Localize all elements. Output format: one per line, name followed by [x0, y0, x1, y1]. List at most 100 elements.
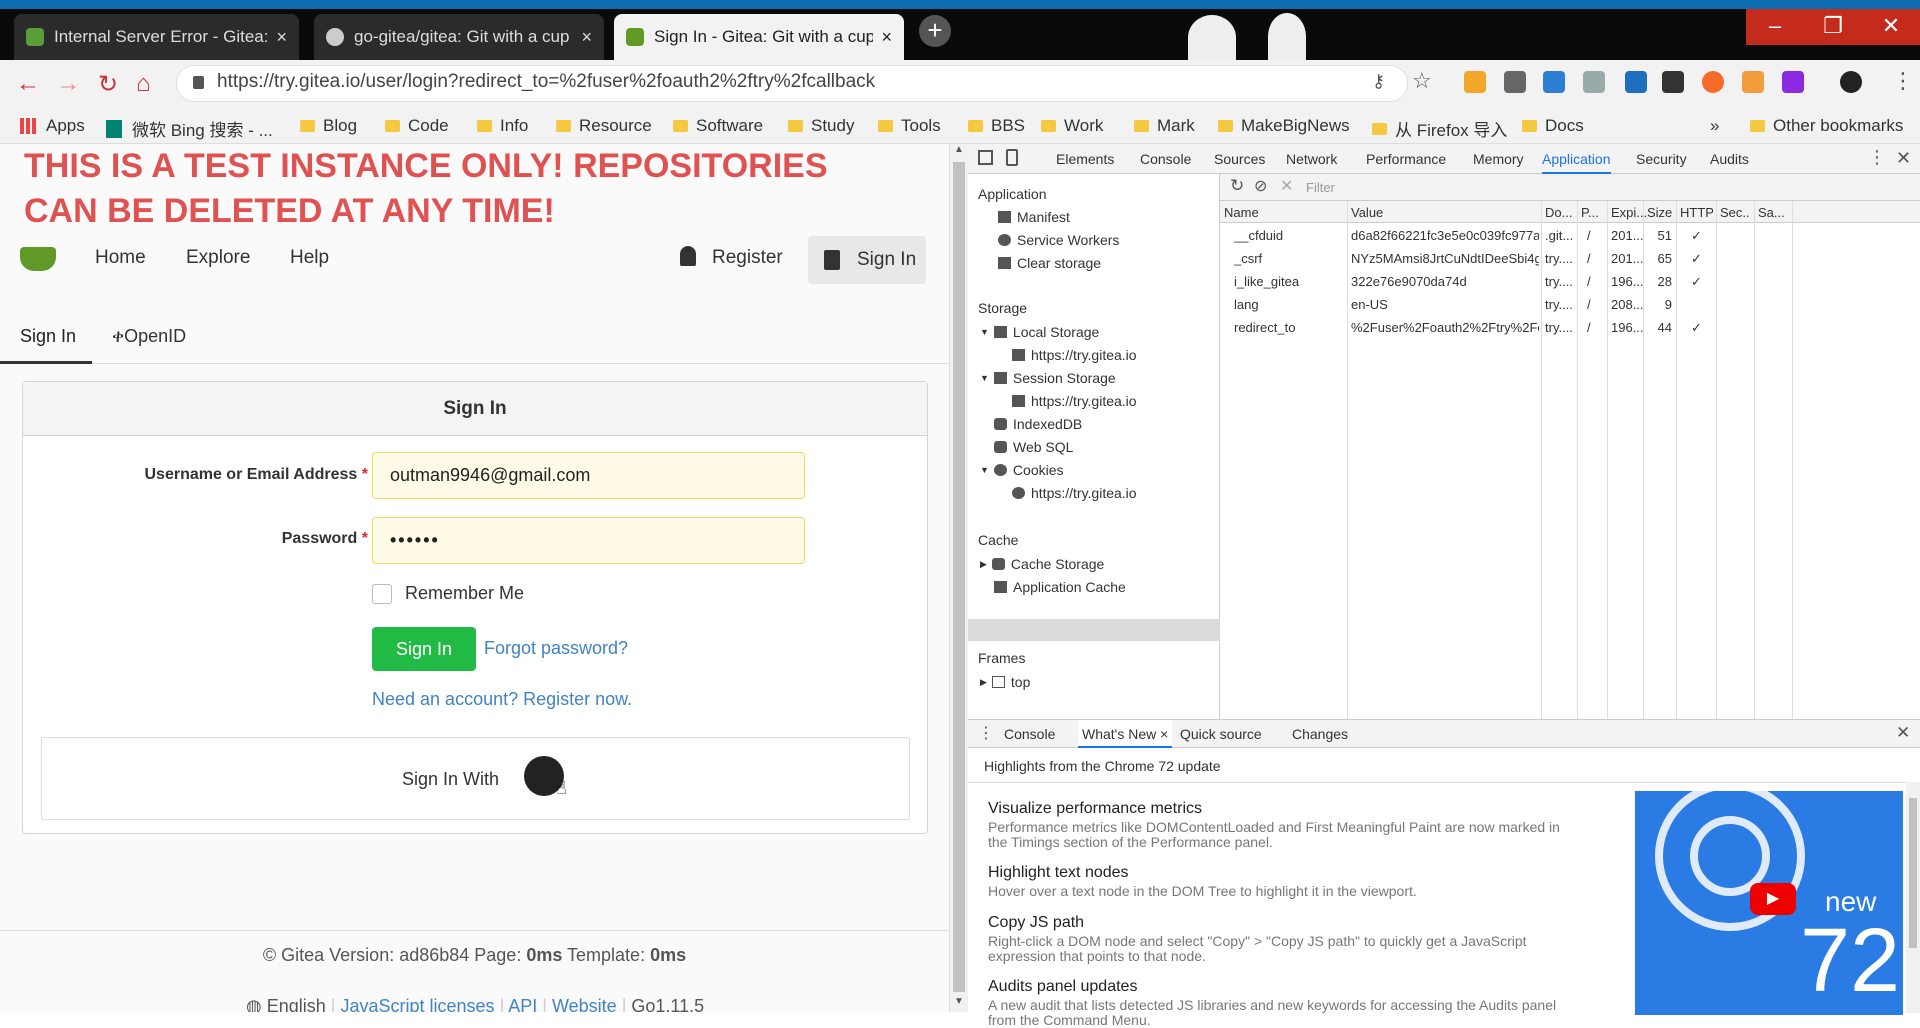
column-header-secure[interactable]: Sec...	[1720, 205, 1750, 220]
sidebar-item-manifest[interactable]: Manifest	[998, 209, 1070, 225]
scroll-down-arrow-icon[interactable]: ▼	[954, 996, 964, 1007]
column-header-domain[interactable]: Do...	[1545, 205, 1575, 220]
sidebar-item-clear-storage[interactable]: Clear storage	[998, 255, 1101, 271]
extension-icon[interactable]	[1742, 71, 1764, 93]
gitea-logo-icon[interactable]	[20, 247, 56, 271]
website-link[interactable]: Website	[552, 996, 617, 1012]
sidebar-item-local-storage[interactable]: ▼ Local Storage	[980, 324, 1099, 340]
drawer-tab-whats-new[interactable]: What's New ×	[1078, 720, 1173, 748]
bookmark-folder[interactable]: BBS	[968, 116, 1025, 136]
sidebar-item-frame-top[interactable]: ▶ top	[980, 674, 1030, 690]
menu-kebab-icon[interactable]: ⋮	[1892, 68, 1914, 94]
tab-github-gitea[interactable]: go-gitea/gitea: Git with a cup ×	[314, 14, 604, 60]
drawer-menu-icon[interactable]: ⋮	[978, 723, 994, 743]
drawer-close-icon[interactable]: ✕	[1896, 723, 1910, 743]
expand-arrow-icon[interactable]: ▼	[980, 465, 989, 475]
devtools-tab-performance[interactable]: Performance	[1366, 151, 1446, 167]
news-title[interactable]: Copy JS path	[988, 914, 1084, 932]
back-arrow-icon[interactable]: ←	[16, 70, 40, 98]
extension-icon[interactable]	[1782, 71, 1804, 93]
column-header-expires[interactable]: Expi...	[1611, 205, 1646, 220]
bookmark-folder[interactable]: Tools	[878, 116, 941, 136]
bookmark-folder[interactable]: 从 Firefox 导入	[1372, 116, 1507, 141]
api-link[interactable]: API	[508, 996, 537, 1012]
bookmark-bing[interactable]: 微软 Bing 搜索 - ...	[106, 116, 273, 141]
tab-sign-in[interactable]: Sign In	[0, 304, 92, 364]
forward-arrow-icon[interactable]: →	[56, 70, 80, 98]
drawer-scrollbar[interactable]	[1906, 782, 1920, 1013]
device-toolbar-icon[interactable]	[1006, 149, 1018, 166]
devtools-tab-security[interactable]: Security	[1636, 151, 1687, 167]
sidebar-item-cookies-origin[interactable]: https://try.gitea.io	[1012, 485, 1137, 501]
sign-in-submit-button[interactable]: Sign In	[372, 627, 476, 671]
filter-input[interactable]: Filter	[1306, 180, 1335, 195]
expand-arrow-icon[interactable]: ▼	[980, 373, 989, 383]
column-header-size[interactable]: Size	[1647, 205, 1677, 220]
column-header-samesite[interactable]: Sa...	[1758, 205, 1788, 220]
remember-me-label[interactable]: Remember Me	[405, 583, 524, 604]
close-window-button[interactable]: ✕	[1862, 9, 1920, 45]
tab-close-icon[interactable]: ×	[881, 27, 892, 48]
close-tab-icon[interactable]: ×	[1160, 726, 1168, 742]
column-header-http[interactable]: HTTP	[1680, 205, 1713, 220]
bookmark-folder[interactable]: Work	[1041, 116, 1103, 136]
scrollbar-thumb[interactable]	[953, 162, 965, 992]
password-field[interactable]: ••••••	[372, 517, 805, 564]
page-scrollbar[interactable]: ▲ ▼	[949, 144, 968, 1012]
column-header-name[interactable]: Name	[1224, 205, 1344, 220]
bookmark-folder[interactable]: MakeBigNews	[1218, 116, 1350, 136]
bookmark-folder[interactable]: Docs	[1522, 116, 1584, 136]
extension-icon[interactable]	[1464, 71, 1486, 93]
js-licenses-link[interactable]: JavaScript licenses	[340, 996, 494, 1012]
nav-home[interactable]: Home	[95, 247, 146, 269]
sidebar-item-cookies[interactable]: ▼ Cookies	[980, 462, 1064, 478]
bookmark-folder[interactable]: Code	[385, 116, 449, 136]
sidebar-item-cache-storage[interactable]: ▶ Cache Storage	[980, 556, 1104, 572]
news-title[interactable]: Visualize performance metrics	[988, 800, 1202, 818]
table-row[interactable]: redirect_to %2Fuser%2Foauth2%2Ftry%2Fcal…	[1220, 316, 1920, 339]
whats-new-video-thumbnail[interactable]: ▶ new 72	[1635, 791, 1903, 1015]
nav-explore[interactable]: Explore	[186, 247, 250, 269]
table-row[interactable]: __cfduid d6a82f66221fc3e5e0c039fc977af87…	[1220, 224, 1920, 247]
remember-me-checkbox[interactable]	[372, 584, 392, 604]
extension-icon[interactable]	[1662, 71, 1684, 93]
devtools-tab-network[interactable]: Network	[1286, 151, 1337, 167]
profile-icon[interactable]	[1840, 71, 1862, 93]
minimize-button[interactable]: –	[1746, 9, 1804, 45]
drawer-tab-changes[interactable]: Changes	[1292, 726, 1348, 742]
sidebar-item-session-storage[interactable]: ▼ Session Storage	[980, 370, 1116, 386]
devtools-menu-icon[interactable]: ⋮	[1868, 147, 1886, 168]
tab-close-icon[interactable]: ×	[276, 27, 287, 48]
sidebar-item-websql[interactable]: Web SQL	[994, 439, 1073, 455]
extension-icon[interactable]	[1543, 71, 1565, 93]
sidebar-item-session-storage-origin[interactable]: https://try.gitea.io	[1012, 393, 1137, 409]
column-header-path[interactable]: P...	[1581, 205, 1606, 220]
table-row[interactable]: i_like_gitea 322e76e9070da74d try.... / …	[1220, 270, 1920, 293]
star-icon[interactable]: ☆	[1412, 68, 1432, 94]
bookmark-folder[interactable]: Study	[788, 116, 854, 136]
new-tab-button[interactable]: +	[919, 15, 951, 47]
tab-openid[interactable]: ቀOpenID	[112, 326, 186, 347]
clear-all-icon[interactable]: ⊘	[1254, 176, 1267, 196]
play-button-icon[interactable]: ▶	[1750, 883, 1796, 915]
forgot-password-link[interactable]: Forgot password?	[484, 638, 628, 659]
extension-icon[interactable]	[1625, 71, 1647, 93]
key-icon[interactable]: ⚷	[1372, 71, 1385, 92]
url-text[interactable]: https://try.gitea.io/user/login?redirect…	[217, 71, 875, 93]
collapse-arrow-icon[interactable]: ▶	[980, 677, 987, 688]
sidebar-item-local-storage-origin[interactable]: https://try.gitea.io	[1012, 347, 1137, 363]
bookmarks-overflow-button[interactable]: »	[1710, 116, 1719, 136]
table-row[interactable]: lang en-US try.... / 208... 9	[1220, 293, 1920, 316]
drawer-tab-console[interactable]: Console	[1004, 726, 1055, 742]
bookmark-apps[interactable]: Apps	[20, 116, 85, 136]
extension-icon[interactable]	[1583, 71, 1605, 93]
restore-button[interactable]: ❐	[1804, 9, 1862, 45]
column-header-value[interactable]: Value	[1351, 205, 1536, 220]
extension-icon[interactable]	[1702, 71, 1724, 93]
sidebar-item-service-workers[interactable]: Service Workers	[998, 232, 1119, 248]
devtools-tab-application[interactable]: Application	[1542, 151, 1611, 174]
nav-sign-in-button[interactable]: Sign In	[808, 236, 926, 284]
delete-selected-icon[interactable]: ✕	[1280, 176, 1293, 196]
nav-help[interactable]: Help	[290, 247, 329, 269]
sidebar-item-application-cache[interactable]: Application Cache	[994, 579, 1126, 595]
